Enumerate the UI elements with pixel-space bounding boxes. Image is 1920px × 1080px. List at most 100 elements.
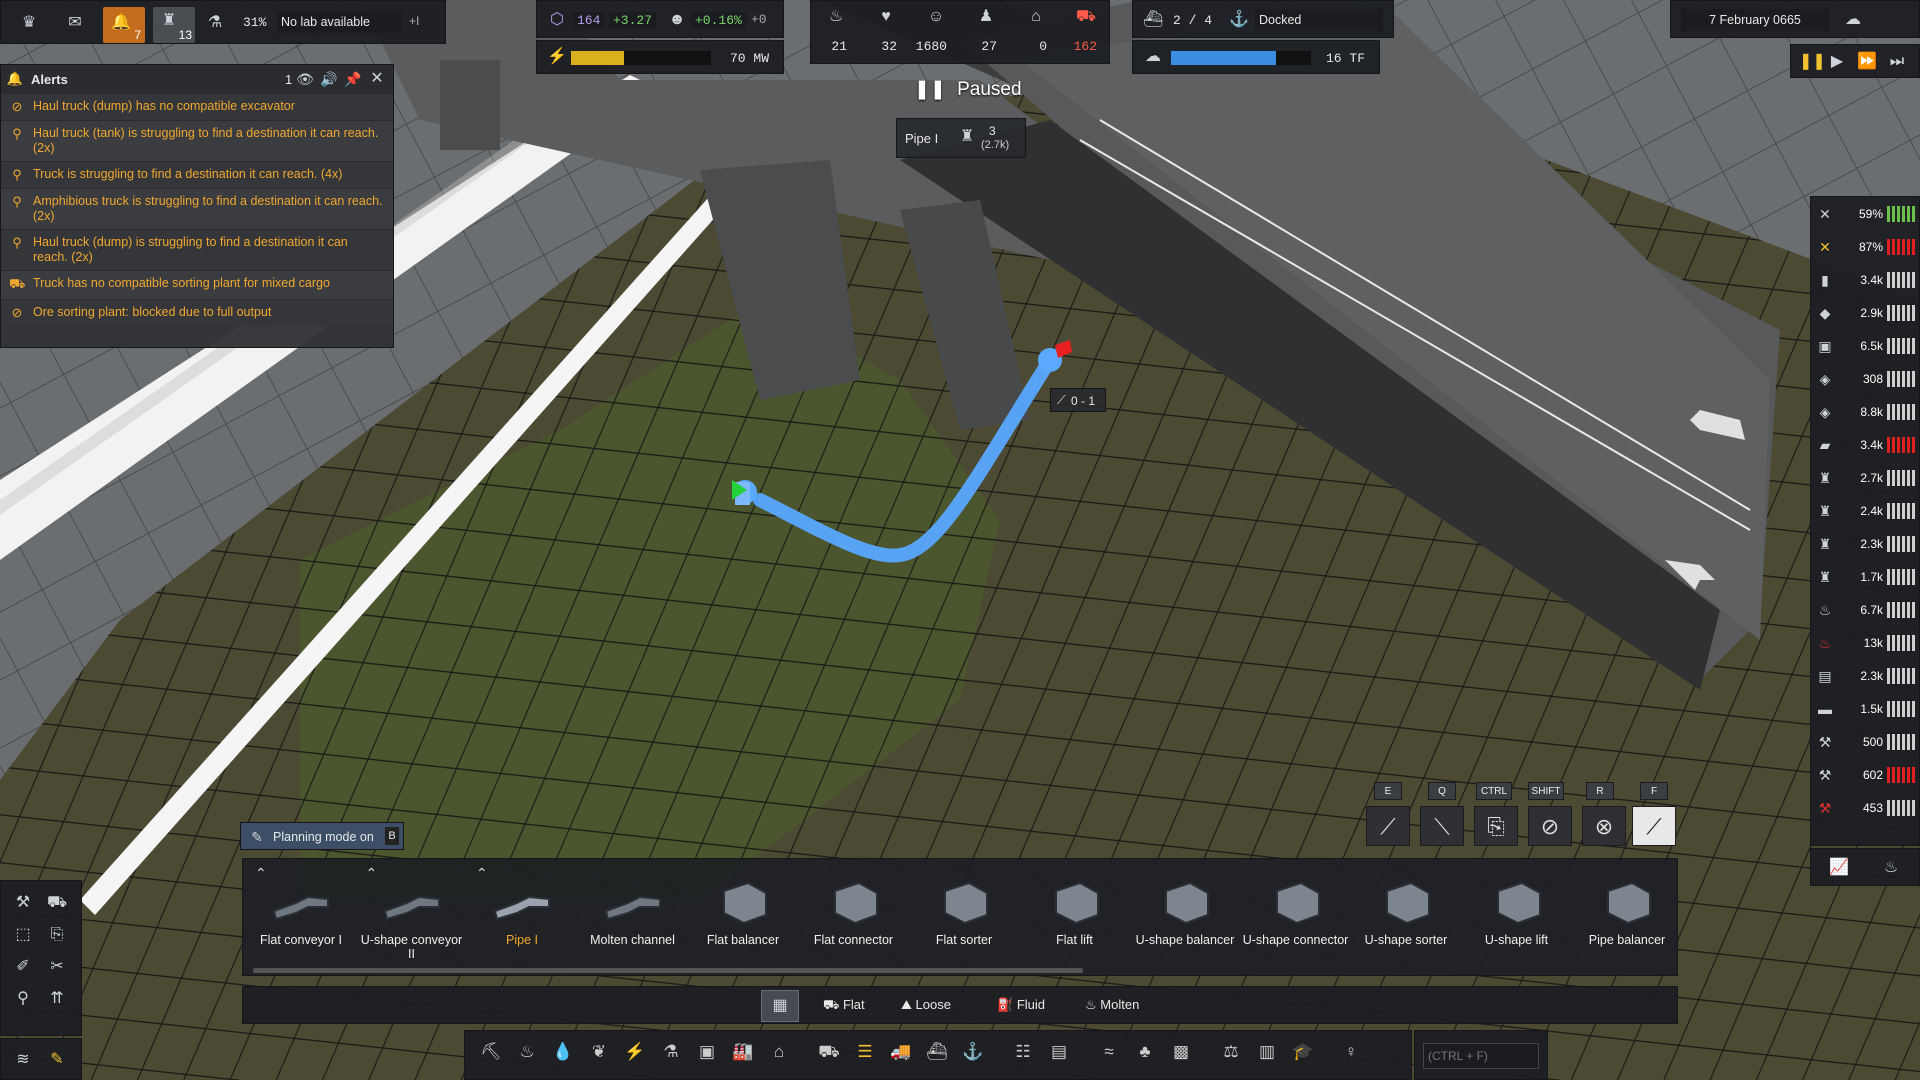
ship-icon[interactable]: ⛴ <box>919 1031 955 1073</box>
recipes-icon[interactable]: ♨ <box>1881 858 1901 878</box>
resource-row[interactable]: ⚒ 500 <box>1811 725 1919 758</box>
flask-icon[interactable]: ⚗ <box>205 13 225 33</box>
workers-icon[interactable]: ♟ <box>961 7 1011 27</box>
expand-chevron-icon[interactable]: ⌃ <box>255 865 267 882</box>
fastest-icon[interactable]: ⏭ <box>1887 52 1907 72</box>
toolbar-item[interactable]: Pipe balancer <box>1573 859 1681 969</box>
toolbar-item[interactable]: Flat balancer <box>689 859 797 969</box>
cut-icon[interactable]: ✂ <box>47 957 67 977</box>
alert-item[interactable]: ⚲ Truck is struggling to find a destinati… <box>1 161 393 188</box>
tree-icon[interactable]: ⚲ <box>13 989 33 1009</box>
category-loose[interactable]: ⛰ Loose <box>901 997 951 1013</box>
expand-chevron-icon[interactable]: ⌃ <box>366 865 378 882</box>
research-button[interactable]: ♜ 13 <box>153 7 195 43</box>
toolbar-item[interactable]: Flat lift <box>1021 859 1129 969</box>
vehicle-tool-icon[interactable]: ⛟ <box>47 893 67 913</box>
pin-icon[interactable]: 📌 <box>343 69 363 89</box>
people-icon[interactable]: ☺ <box>911 7 961 27</box>
conveyor-icon[interactable]: ☰ <box>847 1031 883 1073</box>
expand-chevron-icon[interactable]: ⌃ <box>476 865 488 882</box>
copy-tool-icon[interactable]: ⎘ <box>1474 806 1518 846</box>
transport-icon[interactable]: ⛟ <box>811 1031 847 1073</box>
category-fluid[interactable]: ⛽ Fluid <box>997 997 1045 1013</box>
upgrade-tool-icon[interactable]: ⟋ <box>1366 806 1410 846</box>
balance-icon[interactable]: ⚖ <box>1213 1031 1249 1073</box>
fast-forward-icon[interactable]: ⏩ <box>1857 52 1877 72</box>
resource-row[interactable]: ▣ 6.5k <box>1811 329 1919 362</box>
alert-item[interactable]: ⚲ Haul truck (tank) is struggling to find… <box>1 120 393 161</box>
edit-icon[interactable]: ✎ <box>47 1050 67 1070</box>
resource-row[interactable]: ♜ 2.3k <box>1811 527 1919 560</box>
chemistry-icon[interactable]: ⚗ <box>653 1031 689 1073</box>
resource-row[interactable]: ◆ 2.9k <box>1811 296 1919 329</box>
chart-icon[interactable]: 📈 <box>1829 858 1849 878</box>
terrain-icon[interactable]: ≈ <box>1091 1031 1127 1073</box>
alert-item[interactable]: ⛟ Truck has no compatible sorting plant f… <box>1 270 393 299</box>
play-icon[interactable]: ▶ <box>1827 52 1847 72</box>
resource-row[interactable]: ♜ 2.7k <box>1811 461 1919 494</box>
resource-row[interactable]: ✕ 59% <box>1811 197 1919 230</box>
storage-icon[interactable]: ▣ <box>689 1031 725 1073</box>
crane-icon[interactable]: ⚓ <box>955 1031 991 1073</box>
city-icon[interactable]: ▥ <box>1249 1031 1285 1073</box>
alert-item[interactable]: ⊘ Haul truck (dump) has no compatible exc… <box>1 93 393 120</box>
grid-view-button[interactable]: ▦ <box>761 990 799 1022</box>
resource-row[interactable]: ◈ 8.8k <box>1811 395 1919 428</box>
housing-icon[interactable]: ⌂ <box>1011 7 1061 27</box>
copy-icon[interactable]: ⎘ <box>47 925 67 945</box>
alert-item[interactable]: ⚲ Amphibious truck is struggling to find … <box>1 188 393 229</box>
factory-icon[interactable]: 🏭 <box>725 1031 761 1073</box>
toolbar-scrollbar[interactable] <box>253 968 1083 973</box>
farming-icon[interactable]: ❦ <box>581 1031 617 1073</box>
layers-icon[interactable]: ≋ <box>13 1050 33 1070</box>
remove-tool-icon[interactable]: ⊗ <box>1582 806 1626 846</box>
close-icon[interactable]: ✕ <box>367 69 387 89</box>
toolbar-item[interactable]: U-shape balancer <box>1131 859 1239 969</box>
toolbar-item[interactable]: U-shape conveyor II ⌃ <box>358 859 466 969</box>
demolish-icon[interactable]: ⚒ <box>13 893 33 913</box>
toolbar-item[interactable]: U-shape sorter <box>1352 859 1460 969</box>
select-icon[interactable]: ⬚ <box>13 925 33 945</box>
resource-row[interactable]: ◈ 308 <box>1811 362 1919 395</box>
trophy-icon[interactable]: ♛ <box>19 13 39 33</box>
smelting-icon[interactable]: ♨ <box>509 1031 545 1073</box>
resource-row[interactable]: ♜ 1.7k <box>1811 560 1919 593</box>
weather-icon[interactable]: ☁ <box>1843 10 1863 30</box>
resource-row[interactable]: ⚒ 453 <box>1811 791 1919 824</box>
housing-icon[interactable]: ⌂ <box>761 1031 797 1073</box>
tower-icon[interactable]: ▤ <box>1041 1031 1077 1073</box>
resource-row[interactable]: ♜ 2.4k <box>1811 494 1919 527</box>
resource-row[interactable]: ▬ 1.5k <box>1811 692 1919 725</box>
picker-icon[interactable]: ✐ <box>13 957 33 977</box>
pattern-icon[interactable]: ▩ <box>1163 1031 1199 1073</box>
people-icon[interactable]: ♀ <box>1333 1031 1369 1073</box>
mining-icon[interactable]: ⛏ <box>473 1031 509 1073</box>
downgrade-tool-icon[interactable]: ⟍ <box>1420 806 1464 846</box>
trees-icon[interactable]: ♣ <box>1127 1031 1163 1073</box>
toolbar-item[interactable]: Molten channel <box>579 859 687 969</box>
toolbar-item[interactable]: U-shape lift <box>1463 859 1571 969</box>
search-input[interactable] <box>1423 1043 1539 1069</box>
alert-item[interactable]: ⚲ Haul truck (dump) is struggling to find… <box>1 229 393 270</box>
power-icon[interactable]: ⚡ <box>617 1031 653 1073</box>
category-flat[interactable]: ⛟ Flat <box>823 997 865 1015</box>
resource-row[interactable]: ▤ 2.3k <box>1811 659 1919 692</box>
pause-icon[interactable]: ❚❚ <box>1799 52 1826 72</box>
sound-icon[interactable]: 🔊 <box>319 69 339 89</box>
toolbar-item[interactable]: U-shape connector <box>1242 859 1350 969</box>
resource-row[interactable]: ▮ 3.4k <box>1811 263 1919 296</box>
health-icon[interactable]: ♥ <box>861 7 911 27</box>
planning-mode-badge[interactable]: ✎ Planning mode on B <box>240 822 404 850</box>
mail-icon[interactable]: ✉ <box>65 13 85 33</box>
road-icon[interactable]: ☷ <box>1005 1031 1041 1073</box>
toolbar-item[interactable]: Flat sorter <box>910 859 1018 969</box>
flip-tool-icon[interactable]: ⟋ <box>1632 806 1676 846</box>
toolbar-item[interactable]: Flat conveyor I ⌃ <box>247 859 355 969</box>
toolbar-item[interactable]: Pipe I ⌃ <box>468 859 576 969</box>
vehicle-icon[interactable]: ⛟ <box>1061 7 1111 27</box>
alerts-button[interactable]: 🔔 7 <box>103 7 145 43</box>
alert-item[interactable]: ⊘ Ore sorting plant: blocked due to full … <box>1 299 393 326</box>
resource-row[interactable]: ♨ 13k <box>1811 626 1919 659</box>
cancel-tool-icon[interactable]: ⊘ <box>1528 806 1572 846</box>
education-icon[interactable]: 🎓 <box>1285 1031 1321 1073</box>
